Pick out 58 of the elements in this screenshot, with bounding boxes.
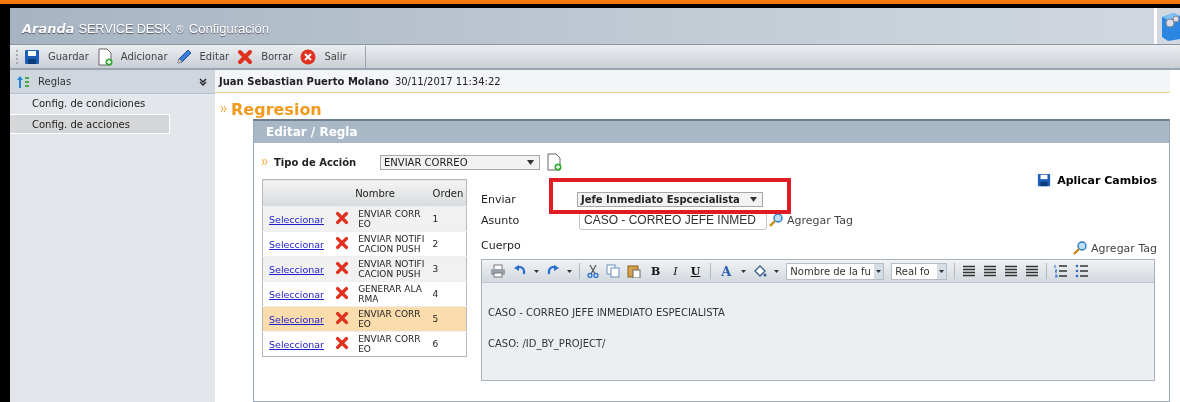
section-title: Configuración — [188, 20, 270, 36]
page-title: Regresion — [231, 99, 322, 119]
select-link[interactable]: Seleccionar — [269, 213, 324, 225]
font-dropdown[interactable]: Nombre de la fu — [786, 262, 885, 280]
send-to-dropdown[interactable]: Jefe Inmediato Espcecialista — [577, 191, 763, 207]
column-header: Orden — [426, 179, 467, 207]
table-cell: 1 — [432, 214, 439, 224]
action-type-dropdown[interactable]: ENVIAR CORREO — [380, 154, 540, 170]
select-link[interactable]: Seleccionar — [269, 338, 324, 350]
select-link[interactable]: Seleccionar — [269, 238, 324, 250]
brand-name: Aranda — [22, 20, 75, 36]
panel-header: Editar / Regla — [254, 121, 1169, 143]
add-tag-link[interactable]: Agregar Tag — [767, 213, 853, 227]
italic-button[interactable]: I — [670, 264, 681, 278]
table-cell: 5 — [432, 314, 439, 324]
select-link[interactable]: Seleccionar — [269, 313, 324, 325]
field-label: Asunto — [481, 213, 521, 227]
table-cell: 3 — [432, 264, 439, 274]
table-cell: 6 — [432, 339, 439, 349]
select-link[interactable]: Seleccionar — [269, 263, 324, 275]
toolbar-button[interactable]: Adicionar — [116, 51, 172, 62]
table-cell-text: ENVIAR NOTIFICACION PUSH — [357, 259, 425, 279]
font-dropdown[interactable]: Real fo — [891, 262, 948, 280]
field-label: Tipo de Acción — [274, 156, 358, 168]
table-cell: 4 — [432, 289, 439, 299]
table-cell-text: ENVIAR CORREO — [357, 309, 422, 329]
product-name: SERVICE DESK — [78, 20, 171, 36]
column-header: Nombre — [354, 179, 427, 207]
body-text-line: CASO - CORREO JEFE INMEDIATO ESPECIALISTA — [488, 307, 726, 318]
toolbar-button[interactable]: Guardar — [44, 51, 93, 62]
user-name: Juan Sebastian Puerto Molano — [219, 75, 389, 87]
table-row[interactable]: Seleccionar ENVIAR CORREO 1 — [262, 206, 467, 232]
date-time: 30/11/2017 11:34:22 — [394, 75, 501, 87]
table-row[interactable]: Seleccionar GENERAR ALARMA 4 — [262, 281, 467, 307]
table-cell: 2 — [432, 239, 439, 249]
toolbar-button[interactable]: Editar — [195, 51, 234, 62]
table-cell-text: ENVIAR CORREO — [357, 334, 422, 354]
registered-mark: ® — [174, 23, 185, 35]
toolbar-button[interactable]: Salir — [320, 51, 351, 62]
underline-button[interactable]: U — [687, 264, 704, 278]
table-row[interactable]: Seleccionar ENVIAR CORREO 5 — [262, 306, 467, 332]
field-label: Enviar — [481, 192, 517, 206]
sidebar-header[interactable]: Reglas — [10, 70, 215, 94]
table-cell-text: ENVIAR CORREO — [357, 209, 422, 229]
table-row[interactable]: Seleccionar ENVIAR CORREO 6 — [262, 331, 467, 357]
table-cell-text: ENVIAR NOTIFICACION PUSH — [357, 234, 425, 254]
field-label: Cuerpo — [481, 238, 522, 252]
apply-changes-button[interactable]: Aplicar Cambios — [1037, 173, 1157, 187]
table-cell-text: GENERAR ALARMA — [357, 284, 423, 304]
body-text-line: CASO: /ID_BY_PROJECT/ — [488, 338, 607, 349]
bold-button[interactable]: B — [648, 264, 664, 278]
font-color-button[interactable]: A — [718, 263, 735, 279]
select-link[interactable]: Seleccionar — [269, 288, 324, 300]
toolbar-button[interactable]: Borrar — [257, 51, 297, 62]
sidebar-item[interactable]: Config. de condiciones — [10, 94, 170, 114]
add-tag-link[interactable]: Agregar Tag — [1071, 241, 1157, 255]
sidebar-title: Reglas — [38, 76, 73, 87]
sidebar-item[interactable]: Config. de acciones — [10, 114, 170, 134]
